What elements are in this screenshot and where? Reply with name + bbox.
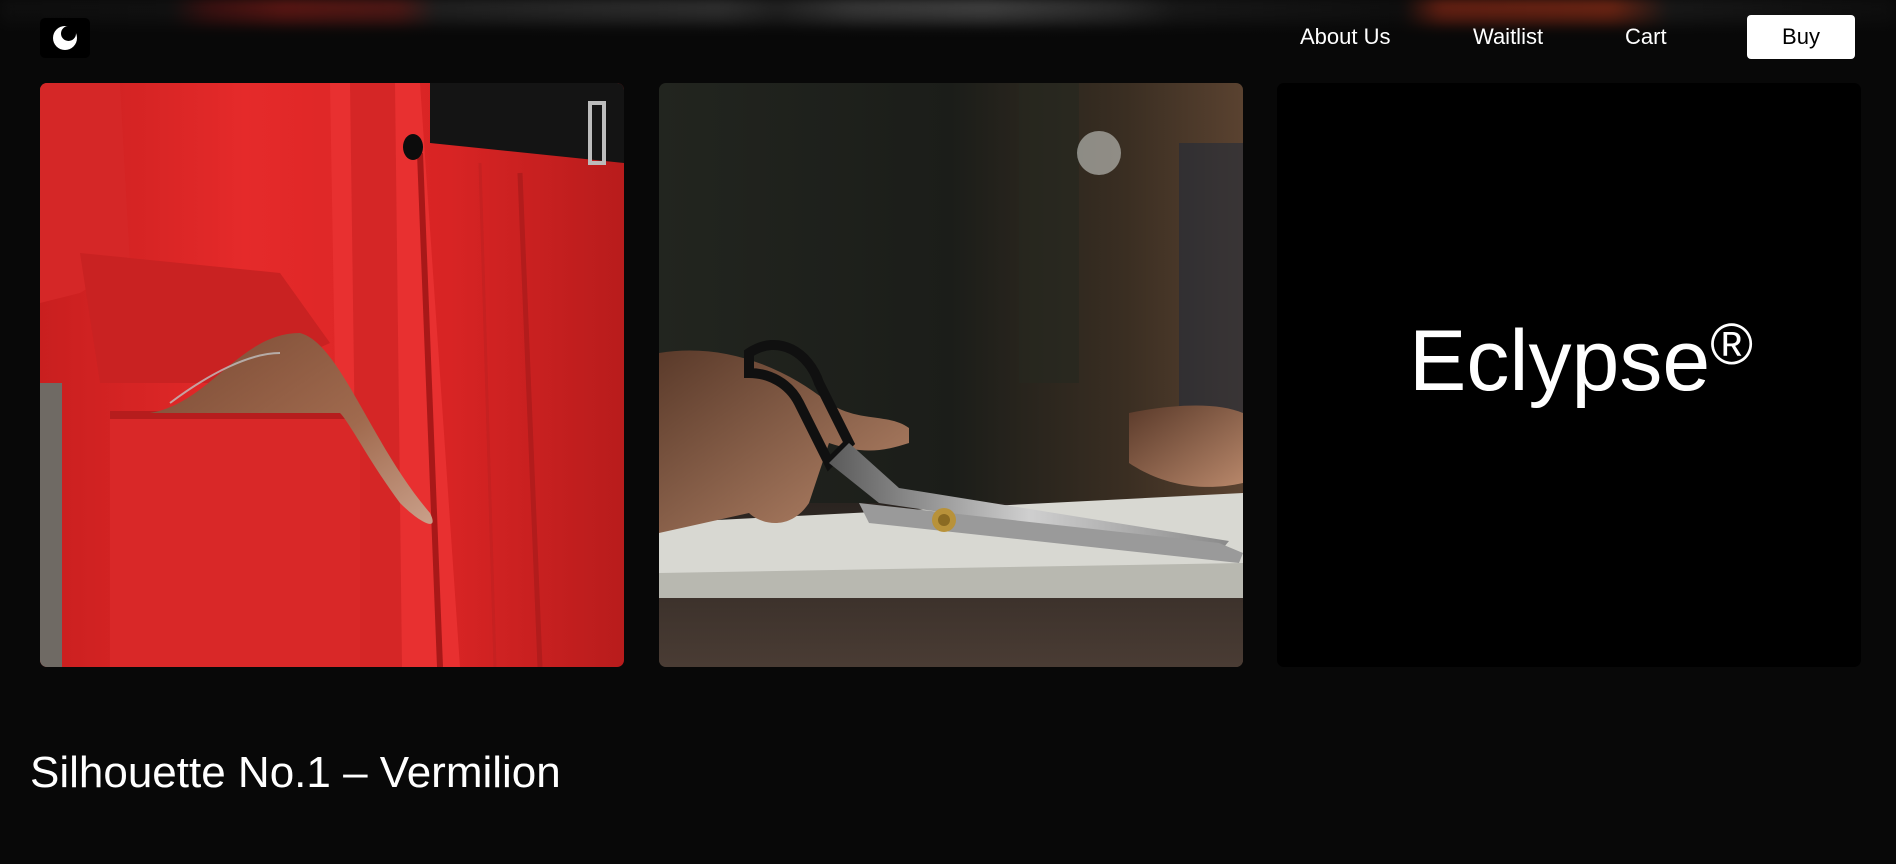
tailor-scissors-cutting-fabric-photo bbox=[659, 83, 1243, 667]
logo-link[interactable] bbox=[40, 18, 90, 58]
buy-button[interactable]: Buy bbox=[1747, 15, 1855, 59]
top-navbar: About Us Waitlist Cart Buy bbox=[0, 0, 1896, 74]
nav-link-waitlist[interactable]: Waitlist bbox=[1473, 24, 1543, 50]
product-title: Silhouette No.1 – Vermilion bbox=[30, 748, 561, 797]
brand-container: Eclypse® bbox=[1277, 83, 1861, 667]
red-suit-hand-in-pocket-photo bbox=[40, 83, 624, 667]
brand-name: Eclypse bbox=[1409, 313, 1711, 409]
gallery-card-tailoring[interactable] bbox=[659, 83, 1243, 667]
page: About Us Waitlist Cart Buy Eclypse® Silh… bbox=[0, 0, 1896, 864]
nav-link-about-us[interactable]: About Us bbox=[1300, 24, 1391, 50]
gallery-card-brand[interactable]: Eclypse® bbox=[1277, 83, 1861, 667]
gallery-card-red-suit[interactable] bbox=[40, 83, 624, 667]
crescent-moon-logo-icon bbox=[51, 24, 79, 52]
registered-mark: ® bbox=[1710, 312, 1753, 377]
nav-link-cart[interactable]: Cart bbox=[1625, 24, 1667, 50]
brand-wordmark: Eclypse® bbox=[1409, 311, 1753, 421]
